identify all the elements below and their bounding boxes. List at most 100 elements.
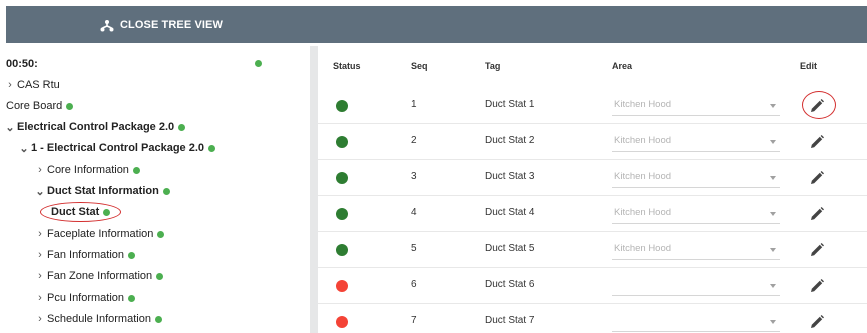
tree-view: 00:50: › CAS Rtu Core Board ⌄ Electrical…	[3, 50, 306, 333]
chevron-right-icon[interactable]: ›	[33, 313, 47, 325]
seq-cell: 1	[411, 99, 417, 110]
table-row[interactable]: 5 Duct Stat 5 Kitchen Hood	[318, 232, 867, 268]
pencil-icon[interactable]	[809, 242, 825, 258]
tree-root-status-dot	[255, 60, 262, 67]
table-row[interactable]: 6 Duct Stat 6	[318, 268, 867, 304]
table-row[interactable]: 7 Duct Stat 7	[318, 304, 867, 333]
status-red-indicator	[336, 316, 348, 328]
status-dot-icon	[162, 187, 170, 195]
caret-down-icon	[770, 212, 776, 216]
pencil-icon[interactable]	[809, 170, 825, 186]
pencil-icon[interactable]	[809, 134, 825, 150]
status-dot-icon	[154, 315, 162, 323]
chevron-right-icon[interactable]: ›	[33, 228, 47, 240]
tree-item-electrical-control-package[interactable]: ⌄ Electrical Control Package 2.0	[3, 118, 186, 136]
table-row[interactable]: 2 Duct Stat 2 Kitchen Hood	[318, 124, 867, 160]
table-row[interactable]: 1 Duct Stat 1 Kitchen Hood	[318, 88, 867, 124]
tree-item-fan-information[interactable]: › Fan Information	[33, 246, 136, 264]
area-select[interactable]: Kitchen Hood	[612, 132, 780, 152]
status-dot-icon	[208, 144, 216, 152]
selection-highlight-ring	[40, 202, 121, 222]
area-select[interactable]	[612, 312, 780, 332]
seq-cell: 5	[411, 243, 417, 254]
column-header-status[interactable]: Status	[333, 61, 361, 71]
tree-item-label: 1 - Electrical Control Package 2.0	[31, 142, 205, 154]
seq-cell: 7	[411, 315, 417, 326]
close-tree-view-button[interactable]: CLOSE TREE VIEW	[100, 6, 223, 43]
area-select[interactable]: Kitchen Hood	[612, 96, 780, 116]
status-green-indicator	[336, 100, 348, 112]
tag-cell: Duct Stat 4	[485, 207, 535, 218]
tree-item-label: Electrical Control Package 2.0	[17, 121, 175, 133]
caret-down-icon	[770, 284, 776, 288]
status-dot-icon	[128, 294, 136, 302]
tree-item-label: Duct Stat Information	[47, 185, 159, 197]
tag-cell: Duct Stat 5	[485, 243, 535, 254]
tree-item-label: Core Board	[6, 100, 63, 112]
seq-cell: 4	[411, 207, 417, 218]
caret-down-icon	[770, 320, 776, 324]
edit-highlight-ring	[802, 91, 836, 119]
tree-item-label: Fan Information	[47, 249, 125, 261]
status-green-indicator	[336, 244, 348, 256]
caret-down-icon	[770, 104, 776, 108]
tree-item-label: Pcu Information	[47, 292, 125, 304]
chevron-right-icon[interactable]: ›	[3, 79, 17, 91]
chevron-right-icon[interactable]: ›	[33, 249, 47, 261]
tag-cell: Duct Stat 2	[485, 135, 535, 146]
tag-cell: Duct Stat 7	[485, 315, 535, 326]
tree-item-label: CAS Rtu	[17, 79, 60, 91]
status-dot-icon	[132, 166, 140, 174]
duct-stat-table: Status Seq Tag Area Edit 1 Duct Stat 1 K…	[318, 50, 867, 333]
tree-item-ecp-instance-1[interactable]: ⌄ 1 - Electrical Control Package 2.0	[17, 139, 216, 157]
chevron-right-icon[interactable]: ›	[33, 164, 47, 176]
chevron-right-icon[interactable]: ›	[33, 292, 47, 304]
chevron-down-icon[interactable]: ⌄	[3, 121, 17, 134]
pencil-icon[interactable]	[809, 206, 825, 222]
tree-item-duct-stat-information[interactable]: ⌄ Duct Stat Information	[33, 182, 170, 200]
caret-down-icon	[770, 140, 776, 144]
area-select-value: Kitchen Hood	[614, 171, 672, 182]
caret-down-icon	[770, 176, 776, 180]
tag-cell: Duct Stat 1	[485, 99, 535, 110]
area-select[interactable]: Kitchen Hood	[612, 168, 780, 188]
status-dot-icon	[66, 102, 74, 110]
column-header-seq[interactable]: Seq	[411, 61, 428, 71]
tree-item-pcu-information[interactable]: › Pcu Information	[33, 289, 136, 307]
pane-splitter[interactable]	[310, 46, 318, 333]
status-green-indicator	[336, 172, 348, 184]
tree-item-core-board[interactable]: Core Board	[6, 97, 74, 115]
chevron-right-icon[interactable]: ›	[33, 270, 47, 282]
column-header-edit[interactable]: Edit	[800, 61, 817, 71]
tree-item-label: Core Information	[47, 164, 129, 176]
tree-item-cas-rtu[interactable]: › CAS Rtu	[3, 76, 60, 94]
pencil-icon[interactable]	[809, 314, 825, 330]
table-row[interactable]: 3 Duct Stat 3 Kitchen Hood	[318, 160, 867, 196]
tree-structure-icon	[100, 19, 114, 31]
column-header-tag[interactable]: Tag	[485, 61, 500, 71]
status-red-indicator	[336, 280, 348, 292]
area-select-value: Kitchen Hood	[614, 207, 672, 218]
area-select-value: Kitchen Hood	[614, 135, 672, 146]
tag-cell: Duct Stat 6	[485, 279, 535, 290]
column-header-area[interactable]: Area	[612, 61, 632, 71]
area-select[interactable]: Kitchen Hood	[612, 240, 780, 260]
status-dot-icon	[128, 251, 136, 259]
tree-item-fan-zone-information[interactable]: › Fan Zone Information	[33, 267, 164, 285]
pencil-icon[interactable]	[809, 278, 825, 294]
area-select[interactable]: Kitchen Hood	[612, 204, 780, 224]
status-green-indicator	[336, 208, 348, 220]
tree-root[interactable]: 00:50:	[6, 55, 38, 73]
status-dot-icon	[157, 230, 165, 238]
area-select[interactable]	[612, 276, 780, 296]
table-row[interactable]: 4 Duct Stat 4 Kitchen Hood	[318, 196, 867, 232]
chevron-down-icon[interactable]: ⌄	[33, 185, 47, 198]
tree-root-label: 00:50:	[6, 58, 38, 70]
caret-down-icon	[770, 248, 776, 252]
tree-item-core-information[interactable]: › Core Information	[33, 161, 140, 179]
tree-item-faceplate-information[interactable]: › Faceplate Information	[33, 225, 165, 243]
tree-item-label: Fan Zone Information	[47, 270, 153, 282]
tree-item-schedule-information[interactable]: › Schedule Information	[33, 310, 162, 328]
chevron-down-icon[interactable]: ⌄	[17, 142, 31, 155]
seq-cell: 6	[411, 279, 417, 290]
